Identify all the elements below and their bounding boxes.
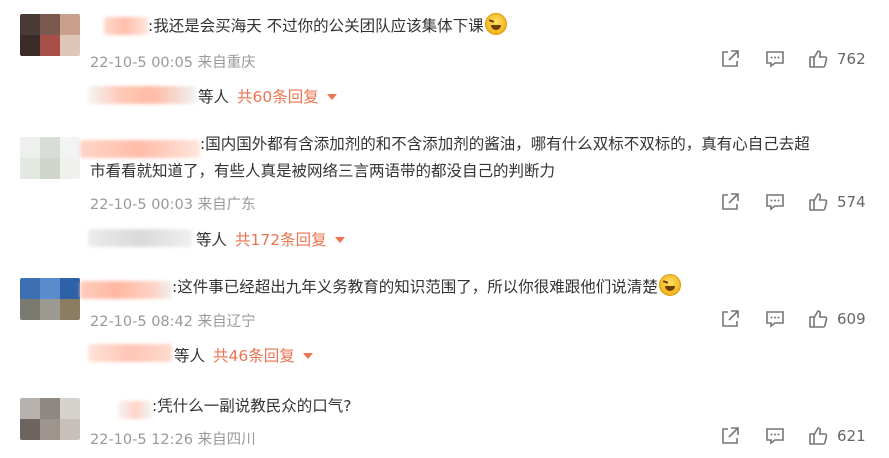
thumbs-up-icon[interactable] — [807, 308, 829, 334]
comment-actions: 609 — [689, 308, 889, 332]
caret-down-icon[interactable] — [334, 237, 345, 243]
share-icon[interactable] — [719, 425, 741, 451]
replies-prefix: 等人 — [198, 88, 230, 106]
comment-date: 22-10-5 00:05 — [90, 55, 193, 71]
comment-text: :凭什么一副说教民众的口气? — [152, 397, 352, 415]
avatar[interactable] — [20, 14, 80, 56]
comment-text: :我还是会买海天 不过你的公关团队应该集体下课 — [148, 13, 507, 40]
comment-date: 22-10-5 00:03 — [90, 197, 193, 213]
share-icon[interactable] — [719, 48, 741, 74]
comment-location: 来自辽宁 — [197, 314, 256, 330]
like-count: 574 — [837, 193, 866, 211]
laugh-cry-emoji — [484, 13, 507, 35]
comment-meta: 22-10-5 08:42 来自辽宁 — [90, 310, 256, 331]
replies-link[interactable]: 共60条回复 — [237, 88, 319, 106]
share-icon[interactable] — [719, 308, 741, 334]
thumbs-up-icon[interactable] — [807, 191, 829, 217]
replier-names-redacted — [88, 344, 172, 362]
comment-meta: 22-10-5 00:05 来自重庆 — [90, 51, 256, 72]
replier-names-redacted — [88, 86, 196, 104]
comment-icon[interactable] — [764, 191, 786, 217]
comment-actions: 762 — [689, 48, 889, 72]
replies-link[interactable]: 共46条回复 — [213, 347, 295, 365]
replies-summary[interactable]: 等人 共172条回复 — [196, 228, 345, 250]
comment-location: 来自重庆 — [197, 55, 256, 71]
comment-date: 22-10-5 12:26 — [90, 432, 193, 448]
comment-actions: 574 — [689, 191, 889, 215]
comment-location: 来自四川 — [197, 432, 256, 448]
replies-summary[interactable]: 等人 共60条回复 — [198, 85, 337, 107]
avatar[interactable] — [20, 398, 80, 440]
replies-link[interactable]: 共172条回复 — [235, 231, 327, 249]
thumbs-up-icon[interactable] — [807, 425, 829, 451]
comment-date: 22-10-5 08:42 — [90, 314, 193, 330]
laugh-cry-emoji — [658, 274, 681, 296]
replies-prefix: 等人 — [174, 347, 206, 365]
comment-icon[interactable] — [764, 308, 786, 334]
thumbs-up-icon[interactable] — [807, 48, 829, 74]
username-redacted[interactable] — [80, 281, 172, 299]
like-count: 621 — [837, 427, 866, 445]
comment-text: :国内国外都有含添加剂的和不含添加剂的酱油，哪有什么双标不双标的，真有心自己去超 — [200, 135, 810, 153]
share-icon[interactable] — [719, 191, 741, 217]
avatar[interactable] — [20, 137, 80, 179]
replier-names-redacted — [88, 229, 192, 247]
avatar[interactable] — [20, 278, 80, 320]
comment-actions: 621 — [689, 425, 889, 449]
comment-location: 来自广东 — [197, 197, 256, 213]
comment-icon[interactable] — [764, 425, 786, 451]
like-count: 609 — [837, 310, 866, 328]
comment-text: :这件事已经超出九年义务教育的知识范围了，所以你很难跟他们说清楚 — [172, 274, 681, 301]
caret-down-icon[interactable] — [326, 94, 337, 100]
comment-icon[interactable] — [764, 48, 786, 74]
username-redacted[interactable] — [80, 140, 200, 158]
comment-text-continued: 市看看就知道了，有些人真是被网络三言两语带的都没自己的判断力 — [90, 162, 556, 180]
username-redacted[interactable] — [104, 17, 148, 35]
username-redacted[interactable] — [118, 401, 152, 419]
replies-prefix: 等人 — [196, 231, 228, 249]
comment-meta: 22-10-5 00:03 来自广东 — [90, 193, 256, 214]
replies-summary[interactable]: 等人 共46条回复 — [174, 344, 313, 366]
like-count: 762 — [837, 50, 866, 68]
caret-down-icon[interactable] — [302, 353, 313, 359]
comment-meta: 22-10-5 12:26 来自四川 — [90, 428, 256, 449]
